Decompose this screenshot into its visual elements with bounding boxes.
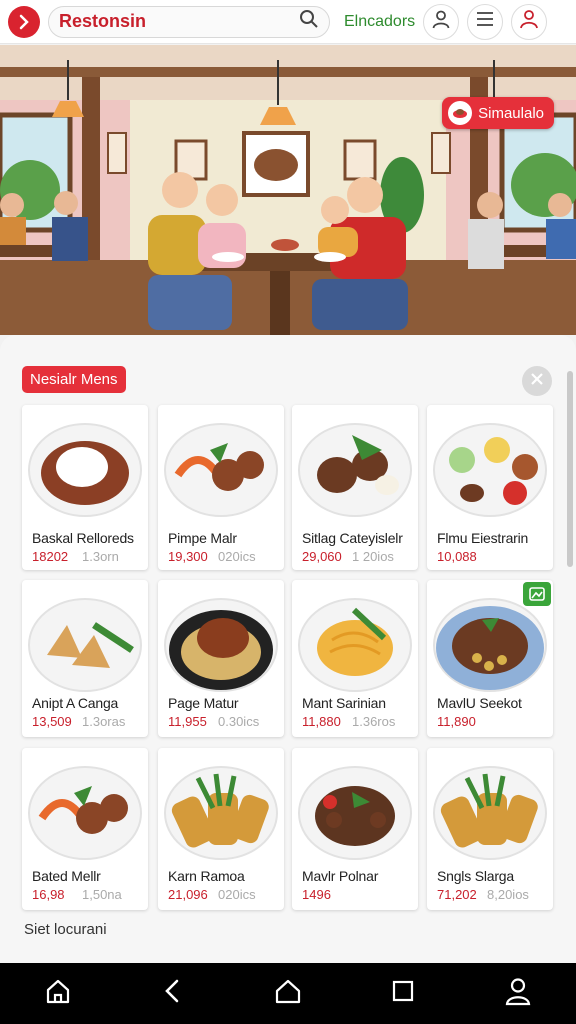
user-icon: [431, 9, 451, 34]
menu-item-detail: 1.3oras: [82, 714, 126, 729]
menu-item-detail: 1.3orn: [82, 549, 119, 564]
nav-home-button[interactable]: [34, 970, 82, 1018]
app-logo-icon[interactable]: [8, 5, 40, 38]
menu-item-card[interactable]: Baskal Relloreds 18202 1.3orn: [22, 405, 148, 570]
dish-image: [292, 748, 418, 866]
menu-item-detail: 020ics: [218, 887, 256, 902]
menu-item-card[interactable]: Sngls Slarga 71,202 8,20ios: [427, 748, 553, 910]
menu-item-card[interactable]: Mavlr Polnar 1496: [292, 748, 418, 910]
menu-panel: Nesialr Mens Baskal Relloreds 18202 1.3orn…: [0, 335, 576, 963]
menu-item-name: Anipt A Canga: [32, 695, 119, 711]
panel-scrollbar[interactable]: [567, 371, 573, 567]
menu-item-name: Bated Mellr: [32, 868, 101, 884]
menu-item-price: 11,890: [437, 714, 476, 729]
image-icon[interactable]: [523, 582, 551, 606]
dish-image: [158, 405, 284, 523]
menu-item-card[interactable]: Flmu Eiestrarin 10,088: [427, 405, 553, 570]
menu-item-detail: 8,20ios: [487, 887, 529, 902]
menu-item-card[interactable]: MavlU Seekot 11,890: [427, 580, 553, 737]
menu-item-price: 71,202: [437, 887, 477, 902]
menu-item-card[interactable]: Sitlag Cateyislelr 29,060 1 20ios: [292, 405, 418, 570]
menu-item-name: Page Matur: [168, 695, 239, 711]
user-icon: [503, 976, 533, 1011]
hamburger-icon: [476, 11, 494, 32]
menu-item-card[interactable]: Mant Sarinian 11,880 1.36ros: [292, 580, 418, 737]
top-bar: Restonsin Elncadors: [0, 0, 576, 44]
simulate-label: Simaulalo: [478, 104, 544, 122]
menu-item-card[interactable]: Page Matur 11,955 0.30ics: [158, 580, 284, 737]
dish-image: [158, 580, 284, 698]
menu-item-name: Sitlag Cateyislelr: [302, 530, 403, 546]
recents-icon: [391, 979, 415, 1008]
menu-item-name: Mavlr Polnar: [302, 868, 379, 884]
system-nav-bar: [0, 963, 576, 1024]
dish-image: [427, 405, 553, 523]
menu-item-price: 21,096: [168, 887, 208, 902]
close-icon: [530, 372, 544, 391]
menu-item-price: 19,300: [168, 549, 208, 564]
locations-link[interactable]: Elncadors: [344, 13, 415, 31]
menu-item-name: Karn Ramoa: [168, 868, 245, 884]
menu-item-name: Sngls Slarga: [437, 868, 514, 884]
menu-item-price: 29,060: [302, 549, 342, 564]
menu-item-name: Mant Sarinian: [302, 695, 386, 711]
dish-image: [427, 748, 553, 866]
menu-button[interactable]: [467, 3, 504, 40]
food-plate-icon: [448, 101, 473, 125]
menu-item-card[interactable]: Karn Ramoa 21,096 020ics: [158, 748, 284, 910]
menu-item-detail: 020ics: [218, 549, 256, 564]
menu-item-price: 16,98: [32, 887, 65, 902]
restaurant-hero-image: Simaulalo: [0, 45, 576, 335]
menu-panel-title: Nesialr Mens: [22, 366, 126, 393]
dish-image: [292, 580, 418, 698]
menu-item-name: Baskal Relloreds: [32, 530, 134, 546]
profile-button[interactable]: [423, 3, 460, 40]
simulate-button[interactable]: Simaulalo: [442, 97, 554, 129]
home-icon: [44, 977, 72, 1010]
account-button[interactable]: [511, 3, 548, 40]
search-icon[interactable]: [299, 9, 319, 34]
nav-home-outline-button[interactable]: [264, 970, 312, 1018]
close-button[interactable]: [522, 366, 552, 396]
dish-image: [22, 748, 148, 866]
menu-item-price: 1496: [302, 887, 331, 902]
back-icon: [161, 977, 185, 1010]
home-outline-icon: [274, 977, 302, 1010]
menu-item-name: MavlU Seekot: [437, 695, 522, 711]
menu-item-card[interactable]: Pimpe Malr 19,300 020ics: [158, 405, 284, 570]
search-bar[interactable]: Restonsin: [48, 5, 330, 38]
menu-item-name: Pimpe Malr: [168, 530, 237, 546]
dish-image: [292, 405, 418, 523]
dish-image: [22, 405, 148, 523]
nav-back-button[interactable]: [149, 970, 197, 1018]
menu-item-detail: 1.36ros: [352, 714, 396, 729]
user-outline-icon: [518, 8, 540, 35]
panel-footer: Siet locurani: [24, 921, 107, 938]
menu-item-price: 10,088: [437, 549, 477, 564]
dish-image: [158, 748, 284, 866]
menu-item-name: Flmu Eiestrarin: [437, 530, 529, 546]
menu-item-card[interactable]: Bated Mellr 16,98 1,50na: [22, 748, 148, 910]
menu-item-detail: 0.30ics: [218, 714, 260, 729]
menu-item-card[interactable]: Anipt A Canga 13,509 1.3oras: [22, 580, 148, 737]
menu-item-detail: 1,50na: [82, 887, 122, 902]
menu-item-detail: 1 20ios: [352, 549, 394, 564]
search-input[interactable]: Restonsin: [59, 11, 146, 32]
menu-item-price: 11,880: [302, 714, 341, 729]
nav-recents-button[interactable]: [379, 970, 427, 1018]
menu-item-price: 18202: [32, 549, 69, 564]
menu-item-price: 11,955: [168, 714, 207, 729]
dish-image: [22, 580, 148, 698]
nav-profile-button[interactable]: [494, 970, 542, 1018]
menu-item-price: 13,509: [32, 714, 72, 729]
